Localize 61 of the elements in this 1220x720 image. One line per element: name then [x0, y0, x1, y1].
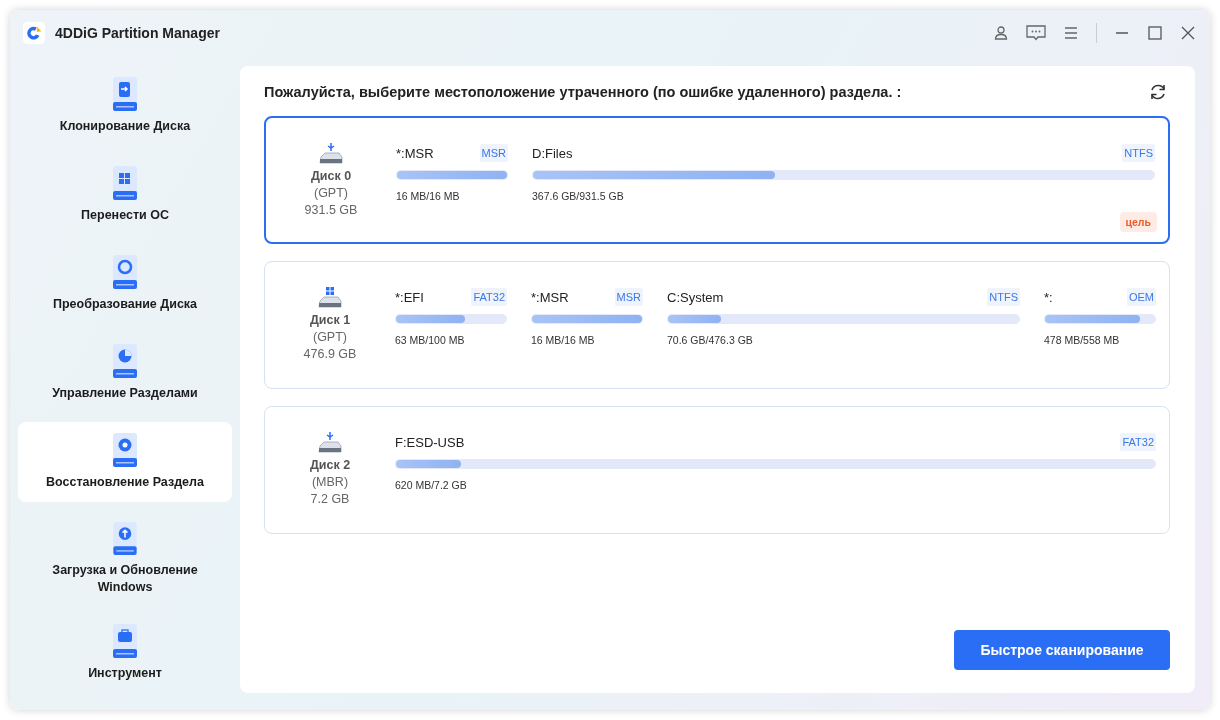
menu-icon[interactable]: [1063, 24, 1079, 41]
filesystem-label: FAT32: [471, 288, 507, 306]
refresh-icon[interactable]: [1148, 82, 1168, 102]
usage-text: 70.6 GB/476.3 GB: [667, 334, 754, 346]
partition-name: *:EFI: [395, 289, 424, 305]
filesystem-label: MSR: [614, 288, 643, 306]
filesystem-label: NTFS: [1122, 144, 1155, 162]
sidebar-item[interactable]: Перенести ОС: [18, 155, 232, 235]
disk-card[interactable]: Диск 0 (GPT) 931.5 GB *:MSR MSR 16 MB/16 MB D:Files NTFS 367.6 GB/931.5 GB цель: [264, 116, 1170, 244]
disk-card[interactable]: Диск 2 (MBR) 7.2 GB F:ESD-USB FAT32 620 MB/7.2 GB: [264, 406, 1170, 534]
drive-icon: [112, 432, 138, 468]
partition-name: *:MSR: [396, 145, 434, 161]
disk-name: Диск 1: [309, 312, 351, 329]
window-title: 4DDiG Partition Manager: [55, 24, 220, 41]
heading: Пожалуйста, выберите местоположение утраченного (по ошибке удаленного) раздела. :: [264, 84, 902, 100]
sidebar-item[interactable]: Клонирование Диска: [18, 66, 232, 146]
sidebar-item[interactable]: Управление Разделами: [18, 333, 232, 413]
sidebar-item[interactable]: Восстановление Раздела: [18, 422, 232, 502]
disk-card[interactable]: Диск 1 (GPT) 476.9 GB *:EFI FAT32 63 MB/100 MB *:MSR MSR 16 MB/16 MB C:System NTFS 70.6 GB/476.3 GB *: OEM 478 MB/558 MB: [264, 261, 1170, 389]
filesystem-label: NTFS: [987, 288, 1020, 306]
disk-name: Диск 2: [309, 457, 351, 474]
filesystem-label: OEM: [1126, 288, 1156, 306]
target-tag: цель: [1119, 212, 1157, 232]
usage-text: 620 MB/7.2 GB: [395, 479, 468, 491]
user-icon[interactable]: [993, 24, 1009, 41]
usb-drive-icon: [317, 431, 343, 455]
usage-text: 367.6 GB/931.5 GB: [532, 190, 625, 202]
windows-drive-icon: [317, 286, 343, 310]
usage-text: 478 MB/558 MB: [1044, 334, 1121, 346]
usage-text: 16 MB/16 MB: [396, 190, 461, 202]
usage-text: 16 MB/16 MB: [531, 334, 596, 346]
app-logo-icon: [23, 21, 45, 44]
disk-size: 476.9 GB: [303, 346, 357, 363]
chat-icon[interactable]: [1026, 24, 1046, 41]
sidebar-item[interactable]: Загрузка и Обновление Windows: [18, 511, 232, 604]
disk-size: 7.2 GB: [310, 491, 350, 508]
filesystem-label: MSR: [479, 144, 508, 162]
filesystem-label: FAT32: [1120, 433, 1156, 451]
disk-name: Диск 0: [310, 168, 352, 185]
sidebar-item[interactable]: Преобразование Диска: [18, 244, 232, 324]
drive-icon: [112, 343, 138, 379]
partition-name: *:: [1044, 289, 1053, 305]
sidebar-item[interactable]: Инструмент: [18, 613, 232, 693]
drive-icon: [112, 254, 138, 290]
partition-name: C:System: [667, 289, 724, 305]
partition-name: *:MSR: [531, 289, 569, 305]
disk-size: 931.5 GB: [304, 202, 358, 219]
drive-icon: [112, 76, 138, 112]
maximize-icon[interactable]: [1147, 24, 1163, 41]
close-icon[interactable]: [1180, 24, 1196, 41]
partition-name: D:Files: [532, 145, 573, 161]
usb-drive-icon: [318, 142, 344, 166]
partition-name: F:ESD-USB: [395, 434, 465, 450]
usage-text: 63 MB/100 MB: [395, 334, 466, 346]
drive-icon: [112, 521, 138, 556]
quick-scan-button[interactable]: Быстрое сканирование: [954, 630, 1170, 670]
partition-scheme: (MBR): [311, 474, 349, 491]
drive-icon: [112, 623, 138, 659]
drive-icon: [112, 165, 138, 201]
partition-scheme: (GPT): [313, 329, 347, 346]
partition-scheme: (GPT): [314, 185, 348, 202]
